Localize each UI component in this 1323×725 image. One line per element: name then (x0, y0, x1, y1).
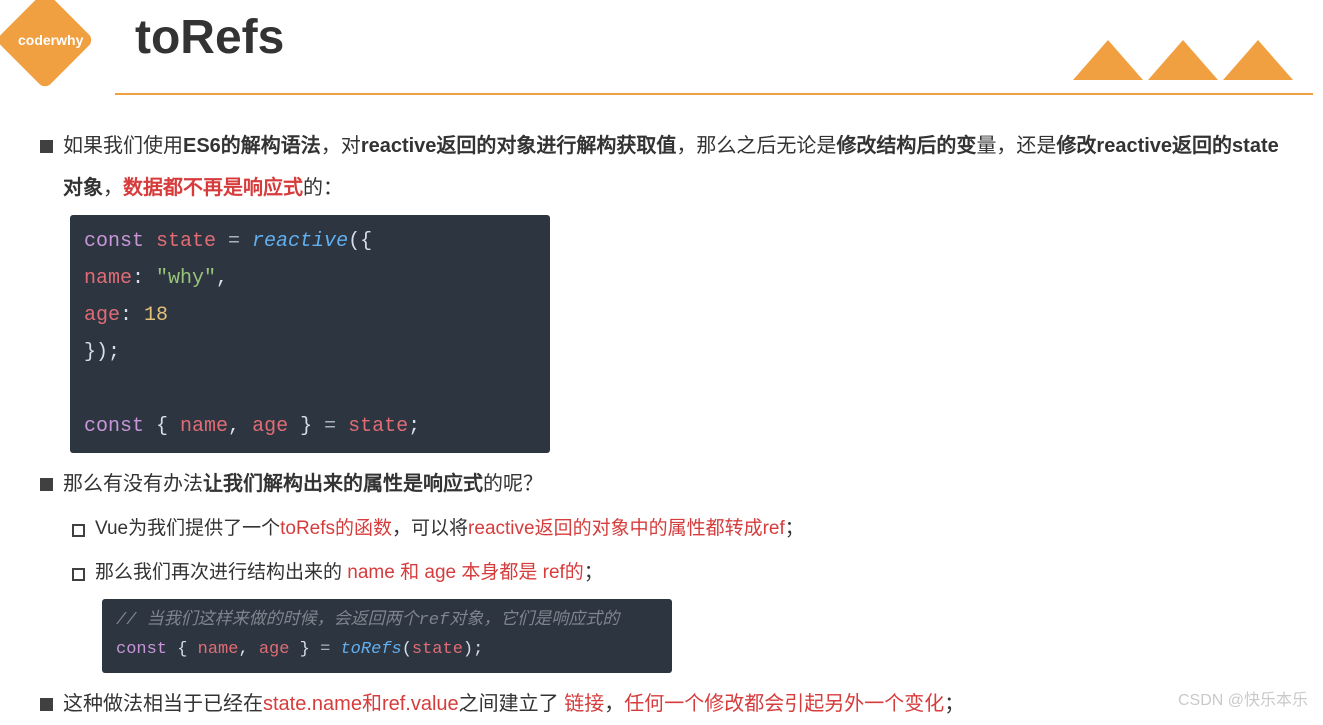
wave-decoration (1073, 40, 1293, 80)
bullet-hollow-icon (72, 524, 85, 537)
wave-icon (1148, 40, 1218, 80)
sub-bullet-1-text: Vue为我们提供了一个toRefs的函数，可以将reactive返回的对象中的属… (95, 509, 804, 549)
sub-bullet-2: 那么我们再次进行结构出来的 name 和 age 本身都是 ref的； (72, 553, 1283, 593)
logo-text: coderwhy (18, 32, 83, 48)
sub-bullet-2-text: 那么我们再次进行结构出来的 name 和 age 本身都是 ref的； (95, 553, 603, 593)
bullet-1-text: 如果我们使用ES6的解构语法，对reactive返回的对象进行解构获取值，那么之… (63, 125, 1283, 209)
bullet-3-text: 这种做法相当于已经在state.name和ref.value之间建立了 链接，任… (63, 683, 964, 725)
wave-icon (1073, 40, 1143, 80)
wave-icon (1223, 40, 1293, 80)
bullet-icon (40, 478, 53, 491)
code-block-2: // 当我们这样来做的时候，会返回两个ref对象，它们是响应式的 const {… (102, 599, 672, 673)
watermark: CSDN @快乐本乐 (1178, 686, 1308, 710)
slide-content: 如果我们使用ES6的解构语法，对reactive返回的对象进行解构获取值，那么之… (0, 95, 1323, 725)
page-title: toRefs (135, 10, 284, 65)
header-divider (115, 93, 1313, 95)
bullet-3: 这种做法相当于已经在state.name和ref.value之间建立了 链接，任… (40, 683, 1283, 725)
bullet-2-text: 那么有没有办法让我们解构出来的属性是响应式的呢？ (63, 463, 543, 505)
bullet-icon (40, 698, 53, 711)
logo: coderwhy (0, 0, 100, 100)
bullet-icon (40, 140, 53, 153)
code-block-1: const state = reactive({ name: "why", ag… (70, 215, 550, 453)
bullet-2: 那么有没有办法让我们解构出来的属性是响应式的呢？ (40, 463, 1283, 505)
bullet-1: 如果我们使用ES6的解构语法，对reactive返回的对象进行解构获取值，那么之… (40, 125, 1283, 209)
sub-bullet-1: Vue为我们提供了一个toRefs的函数，可以将reactive返回的对象中的属… (72, 509, 1283, 549)
bullet-hollow-icon (72, 568, 85, 581)
slide-header: coderwhy toRefs (0, 0, 1323, 95)
